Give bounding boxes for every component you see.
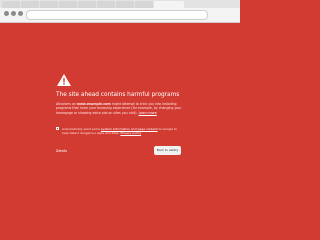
browser-tab[interactable]: [116, 1, 134, 8]
browser-tab[interactable]: [21, 1, 39, 8]
interstitial-page: The site ahead contains harmful programs…: [0, 22, 240, 240]
site-name: www.example.com: [77, 102, 111, 106]
send-info-checkbox[interactable]: [56, 127, 59, 130]
warning-paragraph: Attackers on www.example.com might attem…: [56, 102, 182, 115]
checkbox-label: Automatically send some system informati…: [62, 127, 182, 135]
warning-icon: [57, 74, 71, 86]
browser-tab[interactable]: [40, 1, 58, 8]
browser-tab[interactable]: [97, 1, 115, 8]
browser-tab[interactable]: [2, 1, 20, 8]
page-title: The site ahead contains harmful programs: [56, 92, 180, 98]
forward-icon[interactable]: [11, 11, 16, 16]
paragraph-prefix: Attackers on: [56, 102, 77, 106]
address-bar[interactable]: [26, 10, 208, 20]
browser-tab[interactable]: [78, 1, 96, 8]
learn-more-link[interactable]: Learn more: [139, 111, 157, 115]
browser-tab[interactable]: [59, 1, 77, 8]
privacy-policy-link[interactable]: Privacy policy: [120, 131, 141, 135]
browser-tab[interactable]: [135, 1, 153, 8]
details-link[interactable]: Details: [56, 149, 67, 153]
back-to-safety-button[interactable]: Back to safety: [154, 146, 181, 155]
browser-tab-active[interactable]: [154, 1, 184, 8]
reload-icon[interactable]: [18, 11, 23, 16]
back-icon[interactable]: [4, 11, 9, 16]
browser-chrome: [0, 0, 240, 23]
tab-strip: [0, 0, 240, 8]
